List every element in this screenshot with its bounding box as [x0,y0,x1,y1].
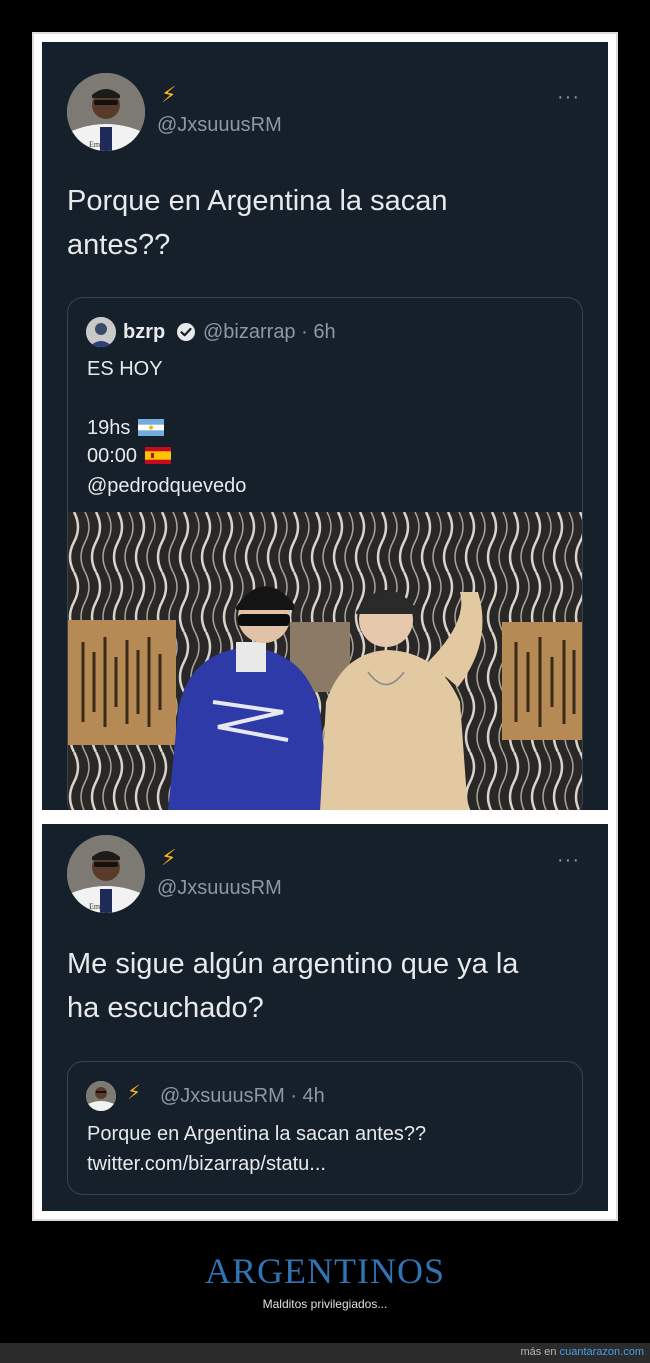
site-link[interactable]: cuantarazon.com [560,1346,644,1358]
argentina-flag-icon [137,419,164,436]
quoted-tweet[interactable]: ⚡ @JxsuuusRM · 4h Porque en Argentina la… [67,1061,583,1195]
lightning-icon: ⚡ [161,845,177,870]
more-options-icon[interactable]: ··· [557,86,580,109]
quoted-photo[interactable] [68,512,582,810]
svg-text:Emir: Emir [89,140,105,149]
quoted-line-time: 19hs [87,417,164,440]
quoted-line-time: 00:00 [87,445,171,468]
quoted-meta: @JxsuuusRM · 4h [160,1085,325,1107]
quoted-link[interactable]: twitter.com/bizarrap/statu... [87,1153,326,1176]
tweet-text-line: ha escuchado? [67,992,264,1024]
tweet-panel-2: Emir ⚡ @JxsuuusRM ··· Me sigue algún arg… [42,824,608,1211]
mention-link[interactable]: @pedrodquevedo [87,475,246,498]
verified-badge-icon [177,323,195,341]
quoted-meta: @bizarrap · 6h [203,321,336,343]
meme-subtitle: Malditos privilegiados... [262,1297,388,1311]
lightning-icon: ⚡ [161,82,177,107]
tweet-text-line: antes?? [67,229,171,261]
avatar[interactable]: Emir [67,835,145,913]
quoted-line: Porque en Argentina la sacan antes?? [87,1123,427,1145]
bottom-bar: más en cuantarazon.com [0,1343,650,1363]
tweet-text: Porque en Argentina la sacan antes?? [67,179,448,267]
source-credit: más en cuantarazon.com [520,1346,644,1358]
tweet-text: Me sigue algún argentino que ya la ha es… [67,942,518,1030]
avatar[interactable]: Emir [67,73,145,151]
tweet-handle[interactable]: @JxsuuusRM [157,114,282,137]
svg-text:Emir: Emir [89,902,105,911]
tweet-handle[interactable]: @JxsuuusRM [157,877,282,900]
tweet-text-line: Porque en Argentina la sacan [67,185,448,217]
time-text: 19hs [87,417,131,439]
spain-flag-icon [144,447,171,464]
source-prefix: más en [520,1346,560,1358]
quoted-avatar[interactable] [86,1081,116,1111]
tweet-text-line: Me sigue algún argentino que ya la [67,948,519,980]
quoted-tweet[interactable]: bzrp @bizarrap · 6h ES HOY 19hs 00:00 @p… [67,297,583,810]
frame-inner: Emir ⚡ @JxsuuusRM ··· Porque en Argentin… [42,42,608,1211]
meme-frame: Emir ⚡ @JxsuuusRM ··· Porque en Argentin… [32,32,618,1221]
quoted-name[interactable]: bzrp [123,321,165,344]
tweet-panel-1: Emir ⚡ @JxsuuusRM ··· Porque en Argentin… [42,42,608,810]
meme-title: ARGENTINOS [205,1251,445,1291]
lightning-icon: ⚡ [127,1082,142,1104]
more-options-icon[interactable]: ··· [557,849,580,872]
quoted-avatar[interactable] [86,317,116,347]
quoted-line: ES HOY [87,358,163,380]
time-text: 00:00 [87,445,138,467]
